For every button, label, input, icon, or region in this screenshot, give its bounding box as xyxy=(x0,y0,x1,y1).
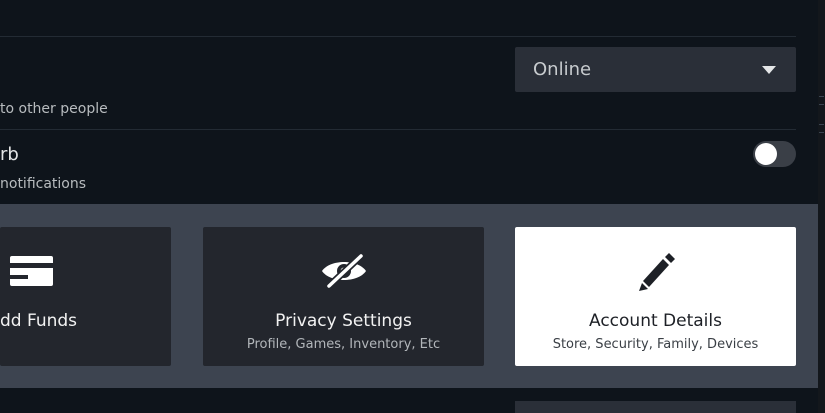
account-details-card[interactable]: Account Details Store, Security, Family,… xyxy=(515,227,796,366)
status-description: to other people xyxy=(0,101,108,117)
do-not-disturb-title: rb xyxy=(0,144,19,165)
add-funds-title: dd Funds xyxy=(0,311,78,331)
credit-card-icon xyxy=(10,256,53,290)
add-funds-card[interactable]: dd Funds xyxy=(0,227,171,366)
scrollbar-track[interactable] xyxy=(818,0,825,413)
scrollbar-mark xyxy=(819,124,824,125)
toggle-knob xyxy=(755,143,777,165)
privacy-settings-subtitle: Profile, Games, Inventory, Etc xyxy=(246,337,441,352)
account-details-title: Account Details xyxy=(589,311,722,331)
account-details-subtitle: Store, Security, Family, Devices xyxy=(552,337,759,352)
scrollbar-mark xyxy=(819,104,824,105)
status-dropdown-value: Online xyxy=(533,59,592,80)
do-not-disturb-toggle[interactable] xyxy=(753,141,796,167)
chevron-down-icon xyxy=(762,66,776,74)
eye-slash-icon xyxy=(320,252,368,293)
status-dropdown[interactable]: Online xyxy=(515,47,796,92)
do-not-disturb-description: notifications xyxy=(0,176,87,192)
top-divider xyxy=(0,36,796,37)
privacy-settings-card[interactable]: Privacy Settings Profile, Games, Invento… xyxy=(203,227,484,366)
privacy-settings-title: Privacy Settings xyxy=(275,311,412,331)
section-divider xyxy=(0,129,796,130)
scrollbar-mark xyxy=(819,96,824,97)
pencil-icon xyxy=(637,251,675,295)
scrollbar-mark xyxy=(819,132,824,133)
next-section-control[interactable] xyxy=(515,401,796,413)
